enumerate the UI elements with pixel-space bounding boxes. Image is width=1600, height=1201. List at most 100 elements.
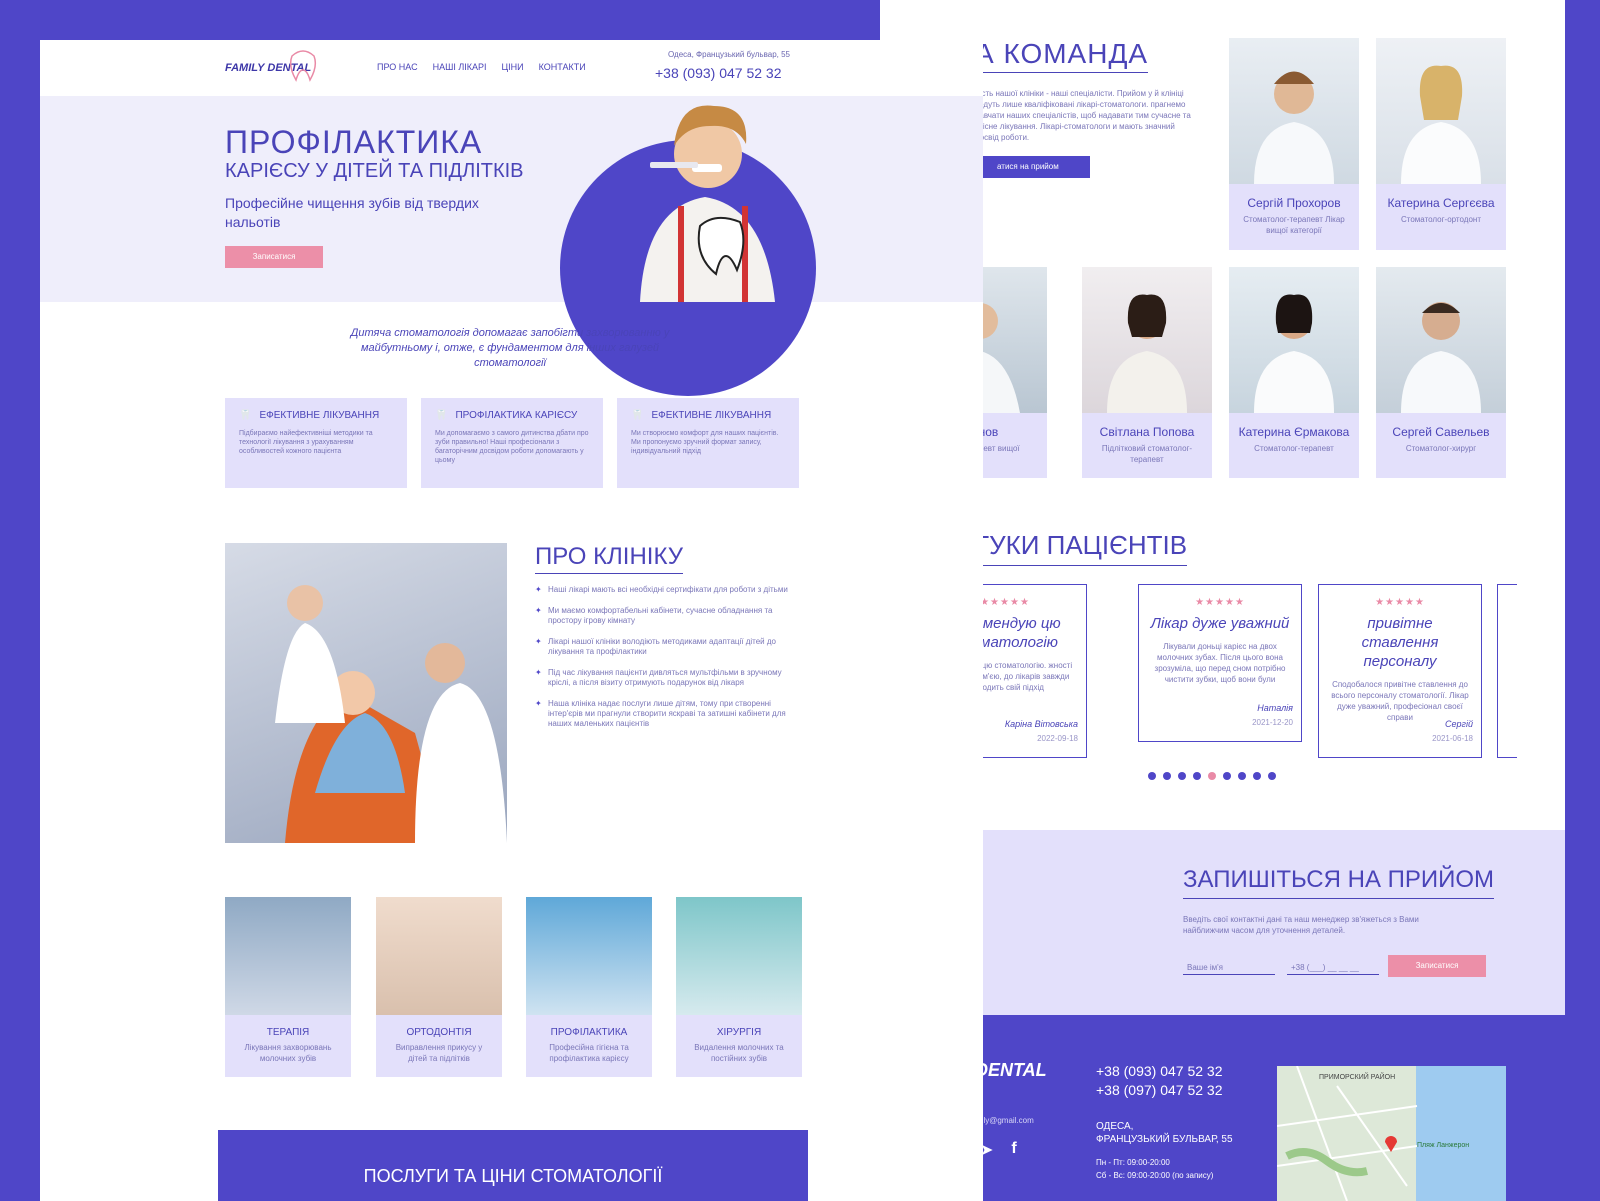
service-card-surgery[interactable]: ХІРУРГІЯ Видалення молочних та постійних…	[676, 897, 802, 1077]
left-page: FAMILY DENTAL ПРО НАС НАШІ ЛІКАРІ ЦІНИ К…	[40, 40, 983, 1201]
review-author: Сергій	[1445, 719, 1473, 729]
booking-submit-button[interactable]: Записатися	[1388, 955, 1486, 977]
doctor-name: Сергій Прохоров	[1247, 196, 1341, 210]
map-pin-icon	[1385, 1136, 1397, 1152]
doctor-role: Стоматолог-хирург	[1405, 444, 1477, 453]
doctor-role: Стоматолог-терапевт	[1254, 444, 1334, 453]
phone-input[interactable]: +38 (___) __ __ __	[1287, 957, 1379, 975]
review-card: ★★★★★ Лікар дуже уважний Лікували доньці…	[1138, 584, 1302, 742]
tooth-logo-icon	[289, 50, 317, 82]
carousel-dots[interactable]	[1148, 772, 1276, 780]
rating-stars: ★★★★★	[1375, 597, 1425, 608]
header-phone[interactable]: +38 (093) 047 52 32	[655, 65, 782, 81]
list-item: Лікарі нашої клініки володіють методикам…	[535, 637, 800, 657]
list-item: Під час лікування пацієнти дивляться мул…	[535, 668, 800, 688]
carousel-dot[interactable]	[1268, 772, 1276, 780]
doctor-card[interactable]: Катерина Єрмакова Стоматолог-терапевт	[1229, 267, 1359, 478]
review-heading: привітне ставлення персоналу	[1361, 615, 1439, 670]
carousel-dot[interactable]	[1193, 772, 1201, 780]
doctor-name: Катерина Сергєєва	[1387, 196, 1495, 210]
team-book-button[interactable]: атися на прийом	[975, 156, 1090, 178]
carousel-dot[interactable]	[1163, 772, 1171, 780]
facebook-icon[interactable]: f	[1011, 1140, 1016, 1160]
service-photo	[376, 897, 502, 1015]
list-item: Наші лікарі мають всі необхідні сертифік…	[535, 585, 800, 595]
footer-phone[interactable]: +38 (093) 047 52 32	[1096, 1062, 1223, 1081]
booking-text: Введіть свої контактні дані та наш менед…	[1183, 915, 1419, 935]
doctor-role: Стоматолог-ортодонт	[1401, 215, 1481, 224]
footer-email[interactable]: mily@gmail.com	[975, 1116, 1034, 1125]
review-author: Наталія	[1257, 703, 1293, 713]
carousel-dot[interactable]	[1148, 772, 1156, 780]
feature-title: ПРОФІЛАКТИКА КАРІЄСУ	[455, 410, 578, 421]
service-title: ТЕРАПІЯ	[266, 1027, 310, 1038]
reviews-title: ГУКИ ПАЦІЄНТІВ	[975, 530, 1188, 566]
doctor-name: Сергей Савельев	[1392, 425, 1490, 439]
carousel-dot[interactable]	[1253, 772, 1261, 780]
feature-card: 🦷 ЕФЕКТИВНЕ ЛІКУВАННЯ Ми створюємо комфор…	[617, 398, 799, 488]
list-item: Ми маємо комфортабельні кабінети, сучасн…	[535, 606, 800, 626]
service-card-prevention[interactable]: ПРОФІЛАКТИКА Професійна гігієна та профі…	[526, 897, 652, 1077]
doctor-photo	[1376, 38, 1506, 184]
map-district-label: ПРИМОРСКИЙ РАЙОН	[1319, 1074, 1396, 1081]
name-input[interactable]: Ваше ім'я	[1183, 957, 1275, 975]
review-author: Каріна Вітовська	[1004, 719, 1078, 729]
doctor-photo	[1376, 267, 1506, 413]
hours-weekdays: Пн - Пт: 09:00-20:00	[1096, 1158, 1170, 1167]
nav-item-prices[interactable]: ЦІНИ	[502, 62, 524, 72]
service-text: Виправлення прикусу у дітей та підлітків	[395, 1043, 483, 1063]
review-date: 2022-09-18	[1037, 734, 1078, 743]
service-title: ХІРУРГІЯ	[716, 1027, 762, 1038]
about-photo	[225, 543, 507, 843]
carousel-dot[interactable]	[1223, 772, 1231, 780]
review-date: 2021-06-18	[1432, 734, 1473, 743]
doctor-card[interactable]: Сергей Савельев Стоматолог-хирург	[1376, 267, 1506, 478]
service-card-orthodontics[interactable]: ОРТОДОНТІЯ Виправлення прикусу у дітей т…	[376, 897, 502, 1077]
doctor-role: Підлітковий стоматолог-терапевт	[1101, 444, 1193, 464]
feature-card: 🦷 ПРОФІЛАКТИКА КАРІЄСУ Ми допомагаємо з с…	[421, 398, 603, 488]
map-beach-label: Пляж Ланжерон	[1417, 1142, 1470, 1149]
carousel-dot-active[interactable]	[1208, 772, 1216, 780]
carousel-dot[interactable]	[1238, 772, 1246, 780]
footer-address: ОДЕСА, ФРАНЦУЗЬКИЙ БУЛЬВАР, 55	[1096, 1120, 1233, 1146]
carousel-dot[interactable]	[1178, 772, 1186, 780]
service-card-therapy[interactable]: ТЕРАПІЯ Лікування захворювань молочних з…	[225, 897, 351, 1077]
footer-city: ОДЕСА,	[1096, 1121, 1134, 1132]
review-heading: Лікар дуже уважний	[1150, 615, 1290, 632]
hero-title: ПРОФІЛАКТИКА	[225, 124, 483, 160]
nav-item-doctors[interactable]: НАШІ ЛІКАРІ	[433, 62, 487, 72]
rating-stars: ★★★★★	[1195, 597, 1245, 608]
footer-logo[interactable]: DENTAL	[975, 1060, 1047, 1081]
tooth-smile-icon: 🦷	[631, 410, 644, 421]
doctor-photo	[1229, 267, 1359, 413]
nav-item-about[interactable]: ПРО НАС	[377, 62, 418, 72]
service-text: Видалення молочних та постійних зубів	[694, 1043, 784, 1063]
service-text: Професійна гігієна та профілактика каріє…	[549, 1043, 629, 1063]
prices-section: ПОСЛУГИ ТА ЦІНИ СТОМАТОЛОГІЇ	[218, 1130, 808, 1201]
tooth-care-icon: 🦷	[239, 410, 252, 421]
doctor-card[interactable]: Сергій Прохоров Стоматолог-терапевт Ліка…	[1229, 38, 1359, 250]
main-nav: ПРО НАС НАШІ ЛІКАРІ ЦІНИ КОНТАКТИ	[377, 62, 586, 72]
review-date: 2021-12-20	[1252, 718, 1293, 727]
hero-book-button[interactable]: Записатися	[225, 246, 323, 268]
service-title: ПРОФІЛАКТИКА	[550, 1027, 628, 1038]
service-photo	[225, 897, 351, 1015]
doctor-card[interactable]: Катерина Сергєєва Стоматолог-ортодонт	[1376, 38, 1506, 250]
hero-section: ПРОФІЛАКТИКА КАРІЄСУ У ДІТЕЙ ТА ПІДЛІТКІ…	[40, 96, 983, 396]
review-text: Сподобалося привітне ставлення до всього…	[1331, 680, 1469, 722]
intro-quote: Дитяча стоматологія допомагає запобігти …	[350, 327, 670, 369]
doctor-name: Світлана Попова	[1099, 425, 1195, 439]
map-roads	[1277, 1066, 1418, 1201]
location-map[interactable]: ПРИМОРСКИЙ РАЙОН Пляж Ланжерон	[1277, 1066, 1506, 1201]
footer-phone[interactable]: +38 (097) 047 52 32	[1096, 1081, 1223, 1100]
service-title: ОРТОДОНТІЯ	[406, 1027, 472, 1038]
team-text: дість нашої клініки - наші спеціалісти. …	[975, 89, 1191, 142]
review-text: Лікували доньці карієс на двох молочних …	[1154, 642, 1286, 684]
about-list: Наші лікарі мають всі необхідні сертифік…	[535, 585, 800, 740]
doctor-card[interactable]: Світлана Попова Підлітковий стоматолог-т…	[1082, 267, 1212, 478]
review-card: ★★★★★ привітне ставлення персоналу Сподо…	[1318, 584, 1482, 758]
nav-item-contacts[interactable]: КОНТАКТИ	[539, 62, 586, 72]
about-title: ПРО КЛІНІКУ	[535, 543, 683, 574]
tooth-hand-icon: 🦷	[435, 410, 448, 421]
doctor-photo	[1082, 267, 1212, 413]
